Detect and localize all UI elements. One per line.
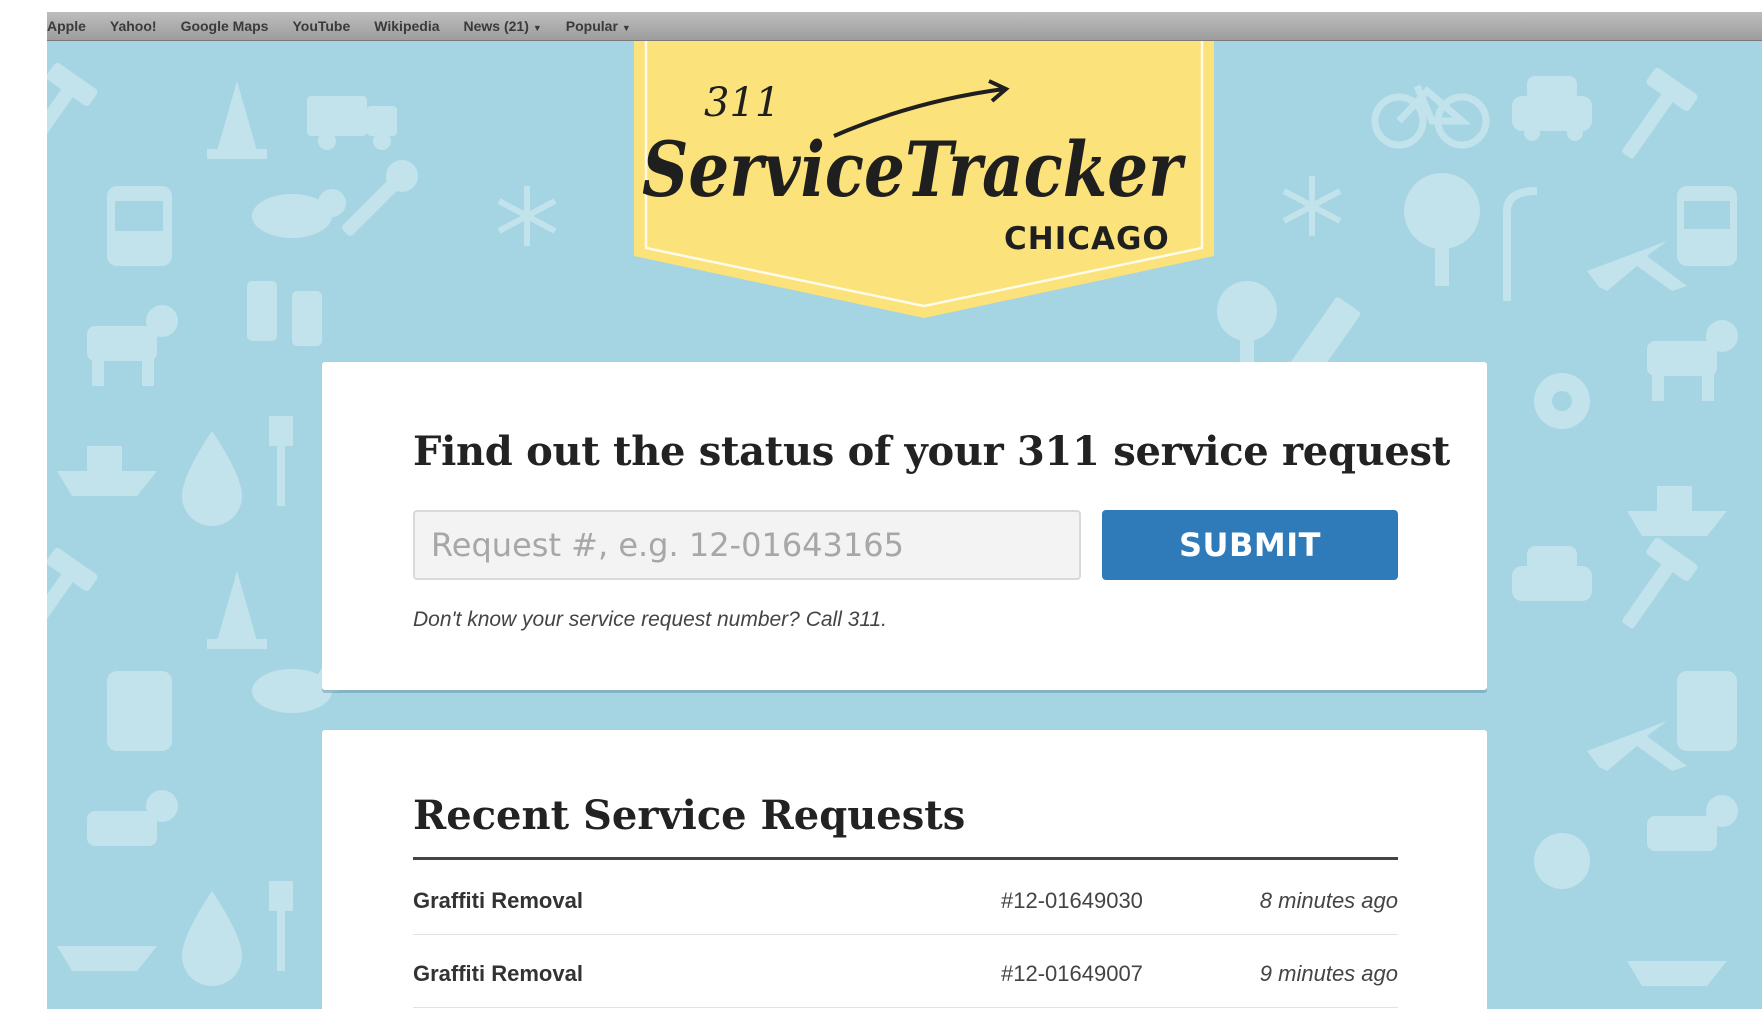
search-card: Find out the status of your 311 service …: [322, 362, 1487, 690]
airplane-icon: [1587, 241, 1687, 291]
request-row[interactable]: Graffiti Removal #12-01649007 9 minutes …: [413, 935, 1398, 1008]
chevron-down-icon: ▼: [532, 23, 542, 33]
logo-number: 311: [704, 80, 780, 126]
boat-icon: [1627, 486, 1727, 536]
water-drop-icon: [182, 431, 242, 526]
radio-icon: [247, 281, 322, 346]
bookmark-yahoo[interactable]: Yahoo!: [110, 18, 157, 34]
request-type: Graffiti Removal: [413, 961, 583, 986]
snowflake-icon: [497, 186, 557, 246]
traffic-cone-icon: [207, 81, 267, 159]
bookmarks-bar: Apple Yahoo! Google Maps YouTube Wikiped…: [47, 12, 1762, 41]
hammer-icon: [47, 62, 98, 154]
fork-icon: [269, 416, 293, 506]
help-text: Don't know your service request number? …: [413, 608, 888, 631]
search-heading: Find out the status of your 311 service …: [413, 428, 1450, 475]
browser-viewport: Apple Yahoo! Google Maps YouTube Wikiped…: [47, 12, 1762, 1009]
bookmark-news-label: News (21): [463, 18, 529, 34]
logo-city: CHICAGO: [1004, 221, 1170, 257]
request-time: 9 minutes ago: [1259, 961, 1398, 986]
bus-icon: [1677, 671, 1737, 751]
request-number-input[interactable]: [413, 510, 1081, 580]
snowflake-icon: [1282, 176, 1342, 236]
traffic-cone-icon: [207, 571, 267, 649]
hammer-icon: [1622, 537, 1698, 629]
dog-icon: [87, 790, 178, 846]
hammer-icon: [1622, 67, 1698, 159]
gear-icon: [1534, 373, 1590, 429]
dog-icon: [1647, 320, 1738, 401]
submit-button[interactable]: SUBMIT: [1102, 510, 1398, 580]
logo-title-script: ServiceTracker: [642, 125, 1186, 214]
recent-requests-heading: Recent Service Requests: [413, 792, 966, 839]
dog-icon: [1647, 795, 1738, 851]
car-icon: [1512, 76, 1592, 141]
logo-banner[interactable]: 311 ServiceTracker CHICAGO: [584, 41, 1264, 331]
bookmark-apple[interactable]: Apple: [47, 18, 86, 34]
bookmark-popular-dropdown[interactable]: Popular ▼: [566, 18, 631, 34]
recent-requests-card: Recent Service Requests Graffiti Removal…: [322, 730, 1487, 1009]
bus-icon: [107, 186, 172, 266]
streetlight-icon: [1503, 187, 1538, 301]
bus-icon: [1677, 186, 1737, 266]
gear-icon: [1534, 833, 1590, 889]
dog-icon: [87, 305, 178, 386]
airplane-icon: [1587, 721, 1687, 771]
heading-divider: [413, 857, 1398, 860]
chevron-down-icon: ▼: [621, 23, 631, 33]
bookmark-popular-label: Popular: [565, 18, 618, 34]
bookmark-wikipedia[interactable]: Wikipedia: [374, 18, 439, 34]
rat-icon: [252, 189, 346, 238]
bus-icon: [107, 671, 172, 751]
wrench-icon: [342, 159, 418, 236]
request-number: #12-01649030: [1001, 888, 1143, 913]
bicycle-icon: [1371, 84, 1490, 149]
car-icon: [1512, 546, 1592, 601]
bookmark-google-maps[interactable]: Google Maps: [181, 18, 269, 34]
tree-icon: [1404, 173, 1480, 286]
bookmark-news-dropdown[interactable]: News (21) ▼: [464, 18, 542, 34]
truck-icon: [307, 96, 397, 150]
bookmark-youtube[interactable]: YouTube: [292, 18, 350, 34]
hammer-icon: [47, 547, 98, 639]
request-row[interactable]: Graffiti Removal #12-01649030 8 minutes …: [413, 862, 1398, 935]
boat-icon: [1627, 961, 1727, 986]
request-time: 8 minutes ago: [1259, 888, 1398, 913]
request-type: Graffiti Removal: [413, 888, 583, 913]
water-drop-icon: [182, 891, 242, 986]
boat-icon: [57, 946, 157, 971]
request-number: #12-01649007: [1001, 961, 1143, 986]
fork-icon: [269, 881, 293, 971]
boat-icon: [57, 446, 157, 496]
